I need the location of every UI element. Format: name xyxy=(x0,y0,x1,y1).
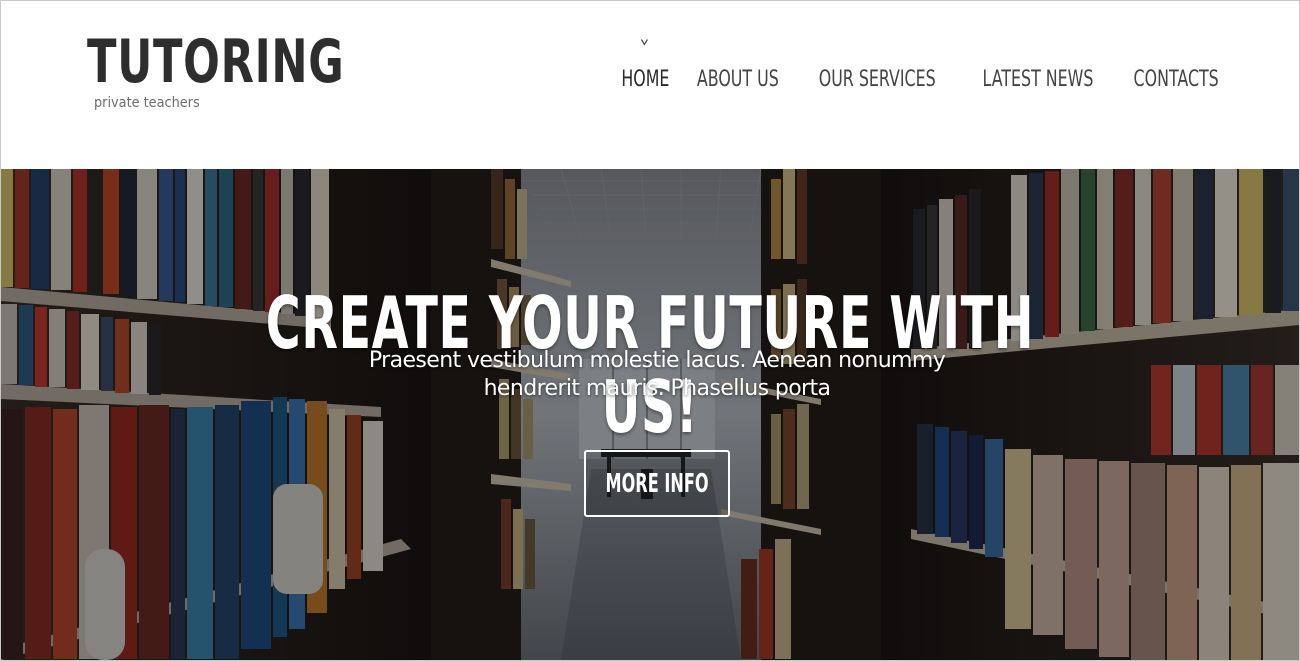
nav-item-contacts[interactable]: CONTACTS xyxy=(1133,67,1218,93)
hero-banner: CREATE YOUR FUTURE WITH US! Praesent ves… xyxy=(1,169,1299,660)
more-info-button[interactable]: MORE INFO xyxy=(584,450,730,517)
site-header: TUTORING private teachers HOME ABOUT US … xyxy=(1,1,1299,169)
nav-item-about-us[interactable]: ABOUT US xyxy=(697,67,779,93)
nav-item-label: LATEST NEWS xyxy=(982,67,1094,92)
logo-title: TUTORING xyxy=(87,27,345,97)
hero-description: Praesent vestibulum molestie lacus. Aene… xyxy=(368,348,946,401)
nav-item-home[interactable]: HOME xyxy=(621,39,670,93)
chevron-down-icon xyxy=(641,39,648,46)
nav-item-our-services[interactable]: OUR SERVICES xyxy=(819,67,936,93)
nav-item-label: OUR SERVICES xyxy=(819,67,937,92)
site-logo[interactable]: TUTORING private teachers xyxy=(87,27,445,111)
nav-item-label: CONTACTS xyxy=(1133,67,1219,92)
logo-subtitle: private teachers xyxy=(94,95,200,111)
main-nav: HOME ABOUT US OUR SERVICES LATEST NEWS C… xyxy=(621,39,1223,93)
nav-item-label: ABOUT US xyxy=(696,67,779,92)
nav-item-latest-news[interactable]: LATEST NEWS xyxy=(982,67,1093,93)
nav-item-label: HOME xyxy=(621,67,670,92)
more-info-button-label: MORE INFO xyxy=(605,468,709,499)
page: TUTORING private teachers HOME ABOUT US … xyxy=(0,0,1300,661)
